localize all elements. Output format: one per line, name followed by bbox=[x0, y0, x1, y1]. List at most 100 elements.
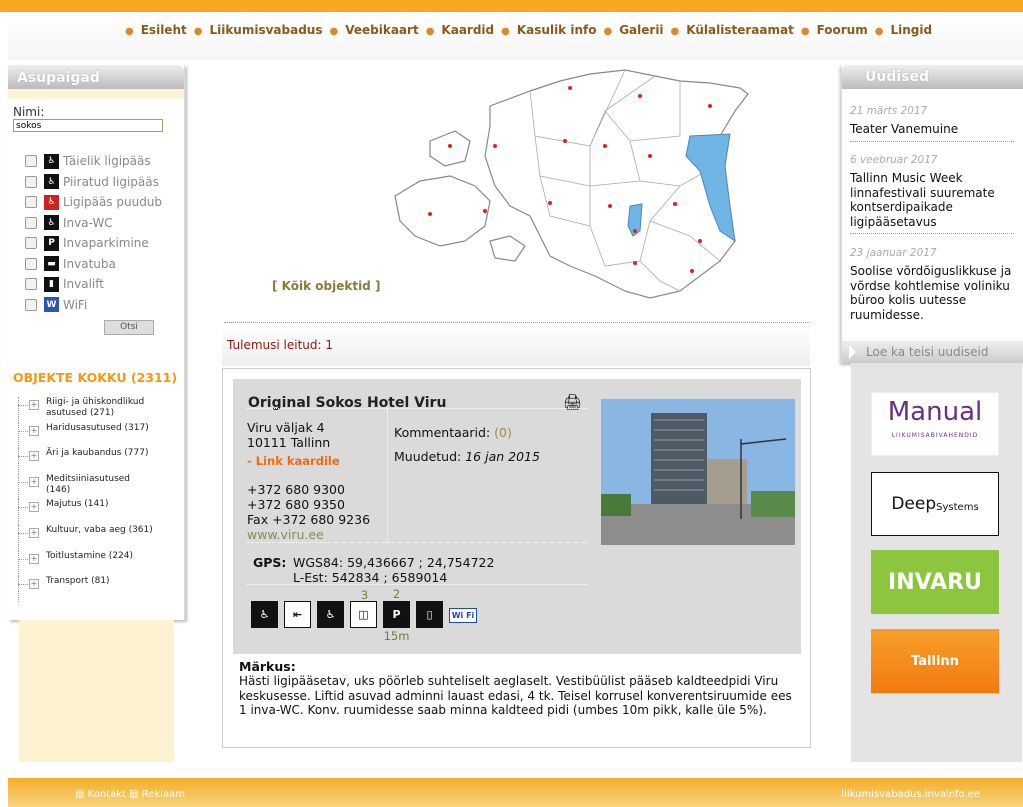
news-item[interactable]: 6 veebruar 2017 Tallinn Music Week linna… bbox=[850, 154, 1016, 234]
expand-icon[interactable]: + bbox=[29, 527, 39, 538]
nav-item[interactable]: Kaardid bbox=[441, 23, 494, 37]
phone-2: +372 680 9350 bbox=[247, 497, 345, 512]
more-news-link[interactable]: Loe ka teisi uudiseid bbox=[842, 341, 1023, 363]
filter-checkbox[interactable] bbox=[25, 237, 37, 250]
manual-logo-text: Manual bbox=[887, 397, 983, 427]
filter-label: Täielik ligipääs bbox=[63, 154, 151, 169]
contacts: +372 680 9300 +372 680 9350 Fax +372 680… bbox=[247, 482, 370, 542]
name-search-input[interactable] bbox=[13, 119, 163, 132]
filter-list: ♿ Täielik ligipääs ♿ Piiratud ligipääs ♿ Ligi… bbox=[25, 151, 162, 315]
filter-row[interactable]: ♿ Täielik ligipääs bbox=[25, 151, 162, 172]
filter-checkbox[interactable] bbox=[25, 257, 37, 270]
filter-checkbox[interactable] bbox=[25, 278, 37, 291]
filter-icon: ▮ bbox=[44, 276, 59, 292]
filter-label: Invaparkimine bbox=[63, 236, 149, 251]
note-label: Märkus: bbox=[239, 659, 296, 674]
expand-icon[interactable]: + bbox=[29, 579, 39, 590]
filter-row[interactable]: W WiFi bbox=[25, 295, 162, 316]
category-item[interactable]: + Äri ja kaubandus (777) bbox=[16, 448, 156, 474]
left-sidebar: Asupaigad Nimi: ♿ Täielik ligipääs ♿ Piirat… bbox=[8, 65, 185, 620]
nav-bullet: ● bbox=[670, 26, 680, 37]
nav-item[interactable]: Külalisteraamat bbox=[686, 23, 794, 37]
map-link[interactable]: - Link kaardile bbox=[247, 454, 340, 468]
comments-count[interactable]: (0) bbox=[494, 425, 512, 440]
expand-icon[interactable]: + bbox=[29, 425, 39, 436]
filter-checkbox[interactable] bbox=[25, 298, 37, 311]
name-label: Nimi: bbox=[13, 105, 45, 119]
news-item[interactable]: 21 märts 2017 Teater Vanemuine bbox=[850, 105, 1016, 142]
category-label[interactable]: Toitlustamine (224) bbox=[46, 551, 156, 562]
contact-link[interactable]: Kontakt bbox=[88, 789, 126, 800]
card-body: Original Sokos Hotel Viru 🖨 Viru väljak … bbox=[233, 379, 801, 654]
filter-checkbox[interactable] bbox=[25, 196, 37, 209]
filter-row[interactable]: P Invaparkimine bbox=[25, 233, 162, 254]
expand-icon[interactable]: + bbox=[29, 476, 39, 487]
news-headline[interactable]: Teater Vanemuine bbox=[850, 122, 1016, 137]
filter-checkbox[interactable] bbox=[25, 175, 37, 188]
category-label[interactable]: Äri ja kaubandus (777) bbox=[46, 448, 156, 459]
parking-count: 2 bbox=[392, 587, 401, 601]
filter-checkbox[interactable] bbox=[25, 216, 37, 229]
accessibility-icons: ♿ ⇤ ♿ 3 ◫ 2 P 15m ▯ Wi Fi bbox=[251, 587, 477, 643]
category-tree: + Riigi- ja ühiskondlikud asutused (271) +… bbox=[16, 397, 156, 602]
expand-icon[interactable]: + bbox=[29, 553, 39, 564]
filter-label: Inva-WC bbox=[63, 215, 113, 230]
expand-icon[interactable]: + bbox=[29, 400, 39, 410]
category-label[interactable]: Transport (81) bbox=[46, 576, 156, 587]
filter-label: Invalift bbox=[63, 277, 104, 292]
wheelchair-icon: ♿ bbox=[251, 601, 278, 628]
filter-icon: ♿ bbox=[44, 194, 59, 210]
estonia-map[interactable] bbox=[390, 66, 760, 302]
nav-bullet: ● bbox=[800, 26, 810, 37]
filter-row[interactable]: ♿ Inva-WC bbox=[25, 213, 162, 234]
category-item[interactable]: + Haridusasutused (317) bbox=[16, 422, 156, 449]
comments-label: Kommentaarid: bbox=[394, 425, 491, 440]
category-item[interactable]: + Majutus (141) bbox=[16, 499, 156, 525]
all-objects-link[interactable]: [ Kõik objektid ] bbox=[272, 279, 380, 293]
category-label[interactable]: Meditsiiniasutused (146) bbox=[46, 474, 156, 496]
filter-icon: ▬ bbox=[44, 256, 59, 272]
expand-icon[interactable]: + bbox=[29, 451, 39, 462]
divider bbox=[247, 542, 587, 543]
category-label[interactable]: Kultuur, vaba aeg (361) bbox=[46, 525, 156, 536]
footer-links: ▤ Kontakt ▤ Reklaam bbox=[75, 789, 185, 800]
deep-systems-logo[interactable]: Deep Systems bbox=[871, 472, 999, 536]
category-item[interactable]: + Meditsiiniasutused (146) bbox=[16, 473, 156, 500]
filter-row[interactable]: ▮ Invalift bbox=[25, 274, 162, 295]
address: Viru väljak 4 10111 Tallinn bbox=[247, 420, 330, 450]
nav-item[interactable]: Kasulik info bbox=[517, 23, 597, 37]
expand-icon[interactable]: + bbox=[29, 502, 39, 513]
nav-item[interactable]: Veebikaart bbox=[345, 23, 418, 37]
filter-row[interactable]: ▬ Invatuba bbox=[25, 254, 162, 275]
category-item[interactable]: + Toitlustamine (224) bbox=[16, 550, 156, 577]
news-headline[interactable]: Tallinn Music Week linnafestivali suurem… bbox=[850, 171, 1016, 229]
sidebar-tail bbox=[19, 620, 174, 762]
ads-link[interactable]: Reklaam bbox=[142, 789, 185, 800]
nav-bullet: ● bbox=[125, 26, 134, 37]
nav-item[interactable]: Foorum bbox=[817, 23, 868, 37]
category-item[interactable]: + Riigi- ja ühiskondlikud asutused (271) bbox=[16, 397, 156, 423]
nav-item[interactable]: Esileht bbox=[141, 23, 187, 37]
category-label[interactable]: Riigi- ja ühiskondlikud asutused (271) bbox=[46, 397, 156, 419]
tallinn-logo[interactable]: Tallinn bbox=[871, 629, 999, 693]
nav-item[interactable]: Liikumisvabadus bbox=[209, 23, 322, 37]
filter-row[interactable]: ♿ Piiratud ligipääs bbox=[25, 172, 162, 193]
category-label[interactable]: Haridusasutused (317) bbox=[46, 423, 156, 434]
site-url[interactable]: liikumisvabadus.invainfo.ee bbox=[841, 789, 980, 800]
filter-row[interactable]: ♿ Ligipääs puudub bbox=[25, 192, 162, 213]
search-button[interactable]: Otsi bbox=[104, 320, 154, 335]
divider bbox=[850, 233, 1014, 234]
invaru-logo[interactable]: INVARU bbox=[871, 550, 999, 614]
filter-icon: W bbox=[44, 297, 59, 313]
website-link[interactable]: www.viru.ee bbox=[247, 527, 370, 542]
filter-checkbox[interactable] bbox=[25, 155, 37, 168]
manual-logo[interactable]: Manual LIIKUMISABIVAHENDID bbox=[871, 392, 999, 456]
category-item[interactable]: + Kultuur, vaba aeg (361) bbox=[16, 524, 156, 551]
news-item[interactable]: 23 jaanuar 2017 Soolise võrdõiguslikkuse… bbox=[850, 247, 1016, 322]
category-item[interactable]: + Transport (81) bbox=[16, 576, 156, 602]
nav-item[interactable]: Galerii bbox=[619, 23, 663, 37]
news-headline[interactable]: Soolise võrdõiguslikkuse ja võrdse kohtl… bbox=[850, 264, 1016, 322]
nav-bullet: ● bbox=[329, 26, 339, 37]
nav-item[interactable]: Lingid bbox=[890, 23, 932, 37]
category-label[interactable]: Majutus (141) bbox=[46, 499, 156, 510]
